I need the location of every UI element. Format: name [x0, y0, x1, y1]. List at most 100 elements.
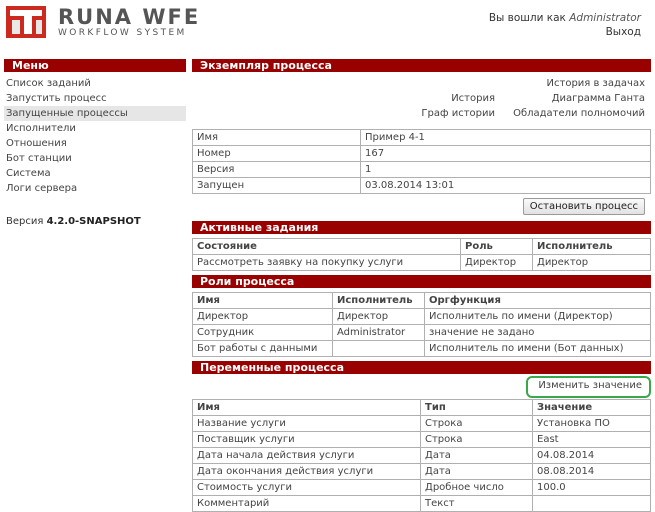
- variable-value: 08.08.2014: [532, 463, 651, 480]
- process-properties-table: Имя Пример 4-1 Номер 167 Версия 1 Запуще…: [192, 129, 651, 194]
- role-executor[interactable]: Директор: [332, 308, 425, 325]
- variable-value: Установка ПО: [532, 415, 651, 432]
- stop-process-button[interactable]: Остановить процесс: [522, 198, 645, 215]
- menu-item-system[interactable]: Система: [4, 166, 186, 181]
- menu-item-server-logs[interactable]: Логи сервера: [4, 181, 186, 196]
- variable-name: Комментарий: [192, 495, 421, 512]
- variable-type: Текст: [420, 495, 533, 512]
- variable-name: Дата окончания действия услуги: [192, 463, 421, 480]
- column-header: Оргфункция: [424, 292, 651, 309]
- column-header[interactable]: Исполнитель: [532, 238, 651, 255]
- gantt-link[interactable]: Диаграмма Ганта: [552, 93, 645, 104]
- table-row: Комментарий Текст: [192, 495, 651, 512]
- table-row: Дата начала действия услуги Дата 04.08.2…: [192, 447, 651, 464]
- prop-value: 1: [360, 161, 651, 178]
- table-row: Номер 167: [192, 145, 651, 162]
- process-variables-title: Переменные процесса: [192, 361, 651, 374]
- process-links: История в задачах История Диаграмма Гант…: [192, 72, 651, 129]
- logo-title: RUNA WFE: [58, 5, 201, 29]
- task-executor: Директор: [532, 254, 651, 271]
- variable-name: Название услуги: [192, 415, 421, 432]
- table-row: Запущен 03.08.2014 13:01: [192, 177, 651, 194]
- table-row: Дата окончания действия услуги Дата 08.0…: [192, 463, 651, 480]
- table-row[interactable]: Рассмотреть заявку на покупку услуги Дир…: [192, 254, 651, 271]
- user-box: Вы вошли как Administrator Выход: [489, 12, 641, 40]
- menu-item-task-list[interactable]: Список заданий: [4, 76, 186, 91]
- role-name: Бот работы с данными: [192, 340, 333, 357]
- version-info: Версия 4.2.0-SNAPSHOT: [4, 216, 186, 227]
- variable-type: Дробное число: [420, 479, 533, 496]
- table-row: Стоимость услуги Дробное число 100.0: [192, 479, 651, 496]
- menu-item-relations[interactable]: Отношения: [4, 136, 186, 151]
- variable-name: Дата начала действия услуги: [192, 447, 421, 464]
- table-row: Бот работы с данными Исполнитель по имен…: [192, 340, 651, 357]
- sidebar: Меню Список заданий Запустить процесс За…: [4, 59, 186, 227]
- process-roles-title: Роли процесса: [192, 275, 651, 288]
- task-history-link[interactable]: История в задачах: [547, 78, 645, 89]
- role-executor: [332, 340, 425, 357]
- table-row: Поставщик услуги Строка East: [192, 431, 651, 448]
- user-name: Administrator: [569, 12, 641, 24]
- process-instance-title: Экземпляр процесса: [192, 59, 651, 72]
- variable-type: Дата: [420, 447, 533, 464]
- runa-wfe-logo: RUNA WFE WORKFLOW SYSTEM: [2, 2, 198, 44]
- variable-name: Стоимость услуги: [192, 479, 421, 496]
- menu-item-start-process[interactable]: Запустить процесс: [4, 91, 186, 106]
- prop-name: Имя: [192, 129, 361, 146]
- table-row: Название услуги Строка Установка ПО: [192, 415, 651, 432]
- variable-type: Строка: [420, 431, 533, 448]
- prop-name: Версия: [192, 161, 361, 178]
- prop-name: Запущен: [192, 177, 361, 194]
- prop-value: 167: [360, 145, 651, 162]
- column-header[interactable]: Тип: [420, 399, 533, 416]
- version-label: Версия: [6, 216, 44, 227]
- process-variables-table: Имя Тип Значение Название услуги Строка …: [192, 399, 651, 512]
- history-link[interactable]: История: [451, 93, 495, 104]
- column-header: Имя: [192, 292, 333, 309]
- version-value: 4.2.0-SNAPSHOT: [46, 216, 141, 227]
- variable-value: 04.08.2014: [532, 447, 651, 464]
- logged-in-label: Вы вошли как: [488, 12, 566, 24]
- role-name: Сотрудник: [192, 324, 333, 341]
- menu-title: Меню: [4, 59, 186, 72]
- history-graph-link[interactable]: Граф истории: [421, 108, 495, 119]
- task-state[interactable]: Рассмотреть заявку на покупку услуги: [192, 254, 461, 271]
- prop-value: 03.08.2014 13:01: [360, 177, 651, 194]
- prop-value: Пример 4-1: [360, 129, 651, 146]
- table-row: Директор Директор Исполнитель по имени (…: [192, 308, 651, 325]
- table-row: Имя Пример 4-1: [192, 129, 651, 146]
- menu-item-executors[interactable]: Исполнители: [4, 121, 186, 136]
- menu-list: Список заданий Запустить процесс Запущен…: [4, 76, 186, 196]
- variable-value: 100.0: [532, 479, 651, 496]
- column-header[interactable]: Роль: [460, 238, 533, 255]
- role-name: Директор: [192, 308, 333, 325]
- column-header[interactable]: Имя: [192, 399, 421, 416]
- main-content: Экземпляр процесса История в задачах Ист…: [192, 59, 651, 512]
- table-row: Сотрудник Administrator значение не зада…: [192, 324, 651, 341]
- delegates-link[interactable]: Обладатели полномочий: [513, 108, 645, 119]
- variable-type: Дата: [420, 463, 533, 480]
- change-value-link[interactable]: Изменить значение: [538, 380, 642, 391]
- active-tasks-title: Активные задания: [192, 221, 651, 234]
- column-header[interactable]: Состояние: [192, 238, 461, 255]
- task-role: Директор: [460, 254, 533, 271]
- logo-subtitle: WORKFLOW SYSTEM: [58, 28, 187, 38]
- table-row: Версия 1: [192, 161, 651, 178]
- menu-item-running-processes[interactable]: Запущенные процессы: [4, 106, 186, 121]
- logout-link[interactable]: Выход: [489, 26, 641, 40]
- logo-emblem-icon: [2, 2, 50, 42]
- menu-item-bot-stations[interactable]: Бот станции: [4, 151, 186, 166]
- role-orgfunction: Исполнитель по имени (Бот данных): [424, 340, 651, 357]
- prop-name: Номер: [192, 145, 361, 162]
- active-tasks-table: Состояние Роль Исполнитель Рассмотреть з…: [192, 238, 651, 271]
- variable-value: [532, 495, 651, 512]
- variable-name: Поставщик услуги: [192, 431, 421, 448]
- column-header: Исполнитель: [332, 292, 425, 309]
- variable-value: East: [532, 431, 651, 448]
- role-orgfunction: Исполнитель по имени (Директор): [424, 308, 651, 325]
- column-header[interactable]: Значение: [532, 399, 651, 416]
- variable-type: Строка: [420, 415, 533, 432]
- role-orgfunction: значение не задано: [424, 324, 651, 341]
- process-roles-table: Имя Исполнитель Оргфункция Директор Дире…: [192, 292, 651, 357]
- role-executor[interactable]: Administrator: [332, 324, 425, 341]
